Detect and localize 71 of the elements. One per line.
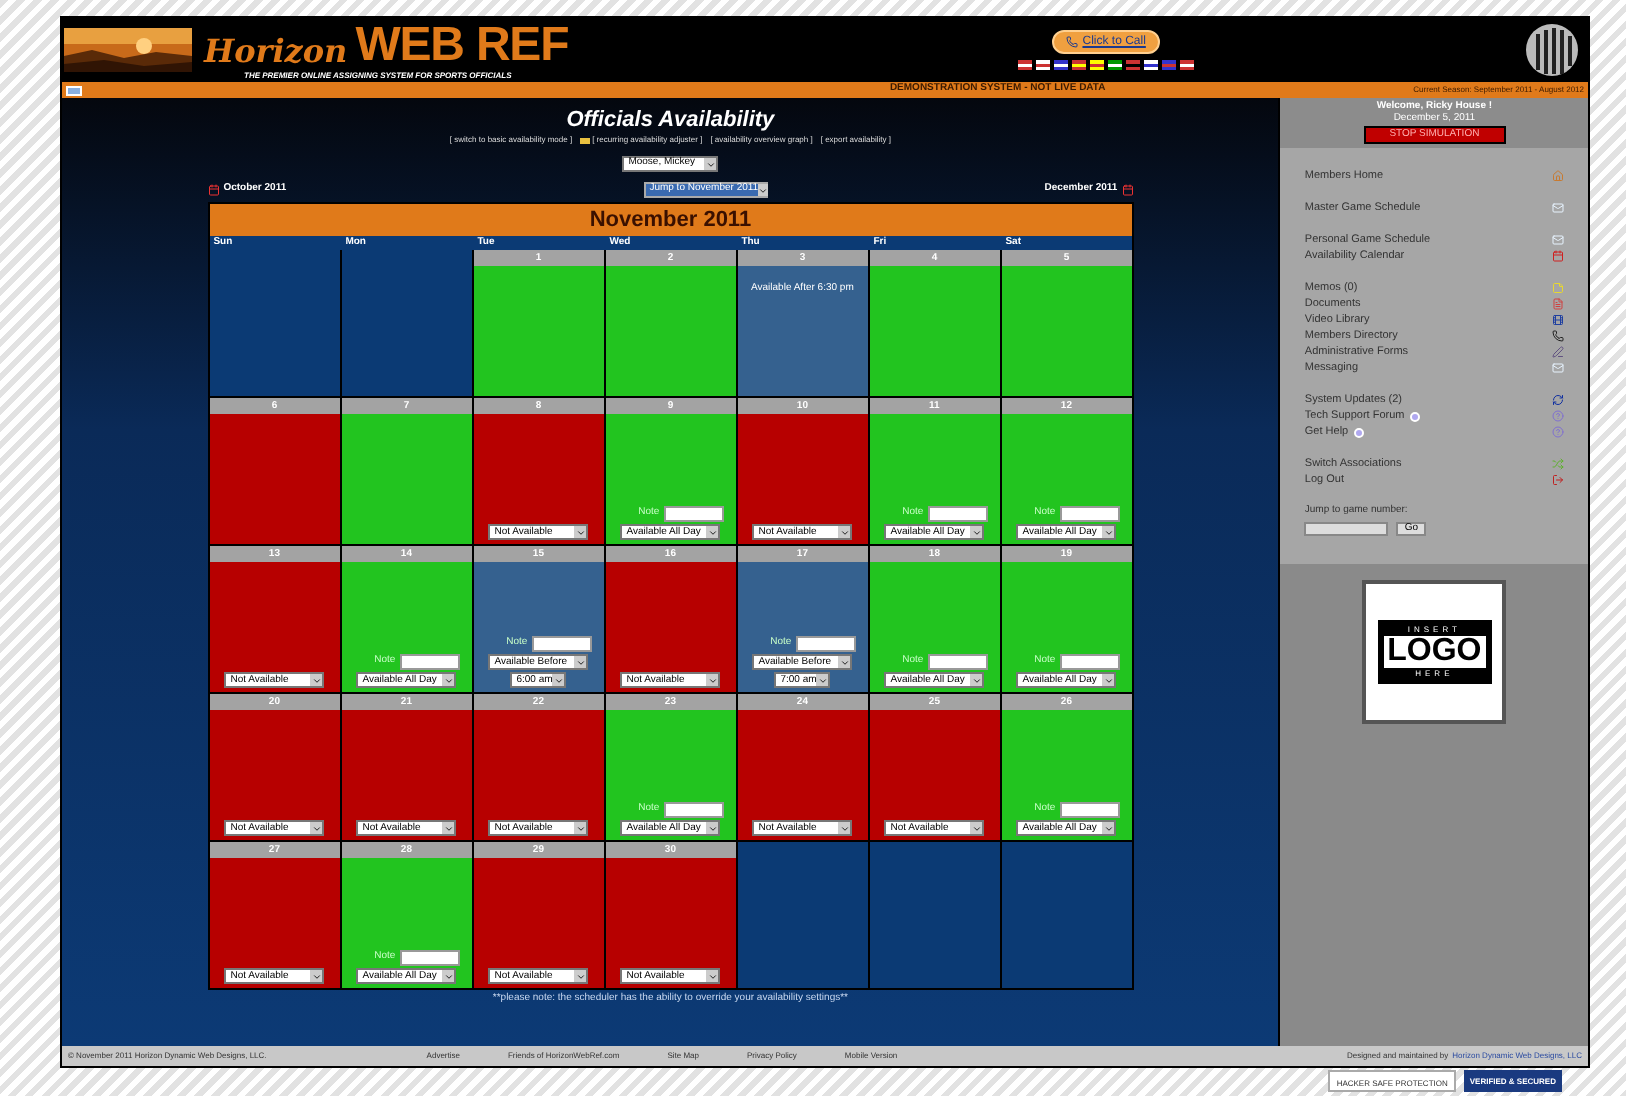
caret-icon xyxy=(552,674,565,686)
caret-icon xyxy=(442,970,455,982)
caret-icon xyxy=(838,822,851,834)
menu-toggle-icon[interactable] xyxy=(66,85,82,95)
switch-icon xyxy=(1552,458,1564,470)
logout-icon xyxy=(1552,474,1564,486)
day-cell[interactable] xyxy=(1001,266,1132,396)
note-field[interactable] xyxy=(927,506,988,522)
phone-icon xyxy=(1066,36,1079,48)
caret-icon xyxy=(758,184,769,196)
note-icon xyxy=(1552,282,1564,294)
note-field[interactable] xyxy=(795,636,856,652)
logo-text: LOGO xyxy=(1383,635,1486,667)
caret-icon xyxy=(706,526,719,538)
doc-icon xyxy=(1552,298,1564,310)
caret-icon xyxy=(970,526,983,538)
day-cell[interactable] xyxy=(473,266,604,396)
mail-icon xyxy=(1552,362,1564,374)
caret-icon xyxy=(970,674,983,686)
note-field[interactable] xyxy=(1059,802,1120,818)
caret-icon xyxy=(310,674,323,686)
month-header: November 2011 xyxy=(209,204,1132,236)
caret-icon xyxy=(1102,674,1115,686)
day-cell[interactable] xyxy=(341,414,472,544)
note-field[interactable] xyxy=(1059,506,1120,522)
day-cell[interactable] xyxy=(869,266,1000,396)
referee-logo-icon xyxy=(1524,22,1580,78)
caret-icon xyxy=(442,674,455,686)
caret-icon xyxy=(970,822,983,834)
note-field[interactable] xyxy=(663,802,724,818)
form-icon xyxy=(1552,346,1564,358)
mail-icon xyxy=(1552,234,1564,246)
caret-icon xyxy=(1102,526,1115,538)
video-icon xyxy=(1552,314,1564,326)
phone-icon xyxy=(1552,330,1564,342)
day-cell[interactable] xyxy=(605,266,736,396)
game-number-field[interactable] xyxy=(1304,521,1389,535)
calendar-icon xyxy=(207,184,220,196)
caret-icon xyxy=(574,970,587,982)
caret-icon xyxy=(706,822,719,834)
caret-icon xyxy=(704,158,717,170)
caret-icon xyxy=(706,674,719,686)
note-field[interactable] xyxy=(531,636,592,652)
brand-name: WEB REF xyxy=(355,21,569,69)
caret-icon xyxy=(310,970,323,982)
caret-icon xyxy=(442,822,455,834)
note-field[interactable] xyxy=(399,654,460,670)
caret-icon xyxy=(574,526,587,538)
caret-icon xyxy=(816,674,829,686)
page-title: Officials Availability xyxy=(566,108,775,132)
day-cell[interactable] xyxy=(209,414,340,544)
note-field[interactable] xyxy=(663,506,724,522)
slider-icon xyxy=(580,137,591,143)
help-icon xyxy=(1552,426,1564,438)
note-field[interactable] xyxy=(399,950,460,966)
calendar-icon xyxy=(1552,250,1564,262)
caret-icon xyxy=(706,970,719,982)
note-field[interactable] xyxy=(1059,654,1120,670)
caret-icon xyxy=(574,822,587,834)
caret-icon xyxy=(838,526,851,538)
home-icon xyxy=(1552,170,1564,182)
calendar-icon xyxy=(1121,184,1134,196)
caret-icon xyxy=(1102,822,1115,834)
brand-script: Horizon xyxy=(204,33,348,69)
caret-icon xyxy=(838,656,851,668)
update-icon xyxy=(1552,394,1564,406)
help-icon xyxy=(1552,410,1564,422)
mail-icon xyxy=(1552,202,1564,214)
note-field[interactable] xyxy=(927,654,988,670)
caret-icon xyxy=(574,656,587,668)
caret-icon xyxy=(310,822,323,834)
